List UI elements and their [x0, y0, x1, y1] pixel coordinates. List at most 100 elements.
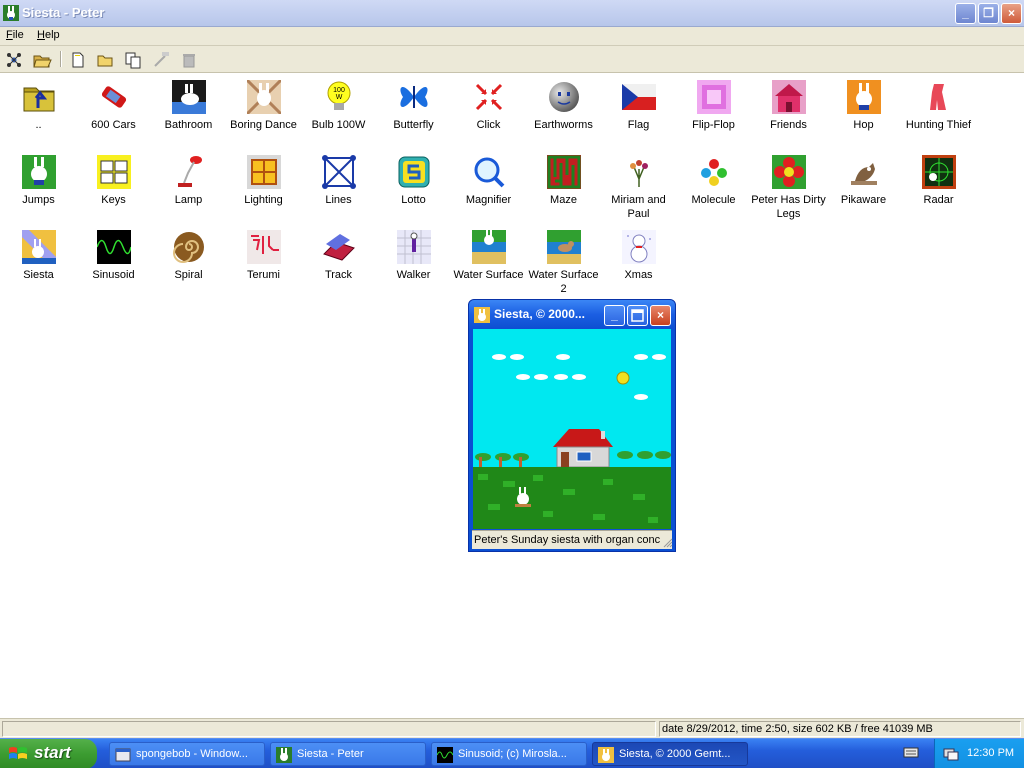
water-duck-icon [546, 230, 581, 264]
child-close-button[interactable]: × [650, 305, 671, 326]
icon-item-water-surface-2[interactable]: Water Surface 2 [526, 230, 601, 296]
icon-item-radar[interactable]: Radar [901, 155, 976, 207]
icon-item-sinusoid[interactable]: Sinusoid [76, 230, 151, 282]
task-label: Siesta, © 2000 Gemt... [619, 748, 731, 760]
icon-item-peter-has-dirty-legs[interactable]: Peter Has Dirty Legs [751, 155, 826, 221]
water-icon [471, 230, 506, 264]
icon-label: Lotto [401, 194, 426, 206]
open-folder-icon[interactable] [32, 50, 52, 70]
icon-item-boring-dance[interactable]: Boring Dance [226, 78, 301, 132]
child-titlebar[interactable]: Siesta, © 2000... _ × [469, 300, 675, 329]
close-button[interactable]: × [1001, 3, 1022, 24]
child-maximize-button[interactable] [627, 305, 648, 326]
new-document-icon[interactable] [68, 50, 88, 70]
network-icon[interactable] [4, 50, 24, 70]
icon-label: Terumi [246, 269, 280, 281]
icon-label: Earthworms [534, 119, 593, 131]
icon-item-friends[interactable]: Friends [751, 80, 826, 132]
icon-item-flip-flop[interactable]: Flip-Flop [676, 80, 751, 132]
icon-label: Spiral [174, 269, 203, 281]
folder-icon[interactable] [95, 50, 115, 70]
icon-item-600-cars[interactable]: 600 Cars [76, 80, 151, 132]
icon-item-butterfly[interactable]: Butterfly [376, 80, 451, 132]
sinusoid-icon [95, 230, 132, 264]
siesta-animation-image [473, 329, 671, 529]
bunny-app-icon [3, 5, 19, 21]
icon-item-bathroom[interactable]: Bathroom [151, 80, 226, 132]
radar-icon [921, 155, 956, 189]
child-status-text: Peter's Sunday siesta with organ conc [472, 530, 672, 549]
menu-help[interactable]: Help [37, 29, 60, 41]
window-titlebar[interactable]: Siesta - Peter _ ❐ × [0, 0, 1024, 27]
task-label: spongebob - Window... [136, 748, 248, 760]
start-button[interactable]: start [0, 739, 97, 768]
icon-item-water-surface[interactable]: Water Surface [451, 230, 526, 282]
icon-label: Flip-Flop [692, 119, 735, 131]
icon-item-miriam-and-paul[interactable]: Miriam and Paul [601, 155, 676, 221]
windows-logo-icon [9, 747, 27, 759]
bulb-icon: 100 W [322, 80, 356, 114]
network-tray-icon[interactable] [943, 746, 959, 762]
icon-label: Boring Dance [230, 119, 297, 131]
icon-label: Water Surface [453, 269, 524, 281]
icon-item-walker[interactable]: Walker [376, 230, 451, 282]
icon-label: Lines [325, 194, 352, 206]
icon-item-lines[interactable]: Lines [301, 155, 376, 207]
icon-item-hunting-thief[interactable]: Hunting Thief [901, 80, 976, 132]
flag-icon [621, 80, 656, 114]
icon-label: Magnifier [465, 194, 512, 206]
icon-label: Radar [923, 194, 954, 206]
trash-icon[interactable] [179, 50, 199, 70]
menu-file[interactable]: File [6, 29, 24, 41]
icon-item-siesta[interactable]: Siesta [1, 226, 76, 282]
icon-item-molecule[interactable]: Molecule [676, 155, 751, 207]
bathroom-icon [171, 80, 206, 114]
icon-item-lighting[interactable]: Lighting [226, 155, 301, 207]
icon-item-terumi[interactable]: Terumi [226, 230, 301, 282]
dance-icon [245, 78, 282, 116]
task-spongebob-window[interactable]: spongebob - Window... [109, 742, 265, 766]
icon-label: 600 Cars [91, 119, 136, 131]
icon-item-xmas[interactable]: Xmas [601, 230, 676, 282]
icon-item-magnifier[interactable]: Magnifier [451, 155, 526, 207]
task-siesta-gemt[interactable]: Siesta, © 2000 Gemt... [592, 742, 748, 766]
status-left-pane [2, 721, 656, 737]
icon-item-jumps[interactable]: Jumps [1, 155, 76, 207]
icon-item-parent[interactable]: .. [1, 80, 76, 132]
status-right-pane: date 8/29/2012, time 2:50, size 602 KB /… [659, 721, 1021, 737]
icon-item-bulb-100w[interactable]: 100 W Bulb 100W [301, 80, 376, 132]
icon-item-spiral[interactable]: Spiral [151, 230, 226, 282]
icon-item-maze[interactable]: Maze [526, 155, 601, 207]
icon-item-flag[interactable]: Flag [601, 80, 676, 132]
icon-item-earthworms[interactable]: Earthworms [526, 80, 601, 132]
clock[interactable]: 12:30 PM [967, 747, 1014, 759]
child-minimize-button[interactable]: _ [604, 305, 625, 326]
resize-grip-icon[interactable] [663, 538, 673, 548]
icon-item-click[interactable]: Click [451, 80, 526, 132]
icon-item-lotto[interactable]: Lotto [376, 155, 451, 207]
task-siesta-peter[interactable]: Siesta - Peter [270, 742, 426, 766]
icon-item-lamp[interactable]: Lamp [151, 155, 226, 207]
terumi-icon [246, 230, 281, 264]
task-sinusoid[interactable]: Sinusoid; (c) Mirosla... [431, 742, 587, 766]
flowers-icon [622, 155, 656, 189]
keyboard-icon[interactable] [903, 745, 919, 759]
siesta-child-window[interactable]: Siesta, © 2000... _ × Peter's Sunday sie… [468, 299, 676, 552]
click-icon [472, 80, 506, 114]
icon-item-keys[interactable]: Keys [76, 155, 151, 207]
icon-label: Bulb 100W [311, 119, 366, 131]
thief-icon [922, 80, 956, 114]
text-icon[interactable] [151, 50, 171, 70]
icon-label: Miriam and Paul [611, 194, 666, 220]
icon-item-pikaware[interactable]: Pikaware [826, 155, 901, 207]
icon-item-hop[interactable]: Hop [826, 80, 901, 132]
window-title: Siesta - Peter [22, 5, 105, 20]
task-label: Sinusoid; (c) Mirosla... [458, 748, 567, 760]
icon-item-track[interactable]: Track [301, 230, 376, 282]
maximize-button[interactable]: ❐ [978, 3, 999, 24]
sinusoid-icon [437, 747, 453, 763]
status-bar: date 8/29/2012, time 2:50, size 602 KB /… [0, 718, 1024, 738]
minimize-button[interactable]: _ [955, 3, 976, 24]
icon-label: Peter Has Dirty Legs [751, 194, 826, 220]
copy-icon[interactable] [123, 50, 143, 70]
